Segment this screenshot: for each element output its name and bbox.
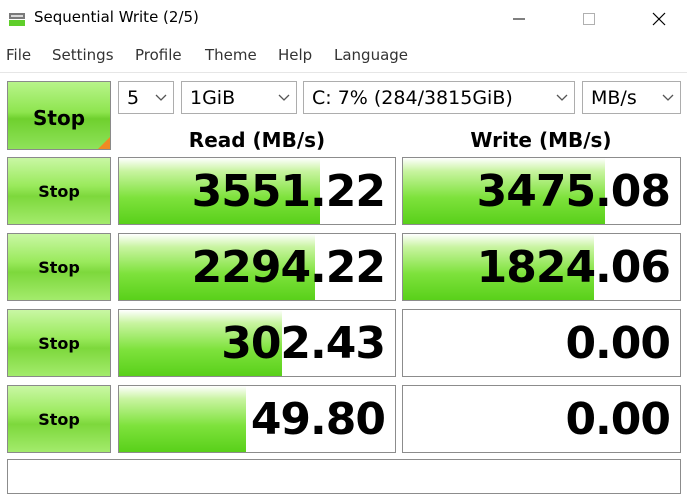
write-value-1: 3475.08 bbox=[476, 166, 671, 217]
maximize-button[interactable] bbox=[566, 0, 612, 38]
read-bar-4 bbox=[119, 386, 246, 452]
count-value: 5 bbox=[127, 87, 140, 109]
menu-settings[interactable]: Settings bbox=[52, 46, 114, 64]
write-value-3: 0.00 bbox=[565, 318, 671, 369]
read-column-header: Read (MB/s) bbox=[188, 128, 326, 152]
write-result-4: 0.00 bbox=[402, 385, 681, 453]
chevron-down-icon bbox=[278, 94, 290, 101]
chevron-down-icon bbox=[662, 94, 674, 101]
count-select[interactable]: 5 bbox=[118, 81, 174, 114]
stop-button-2[interactable]: Stop bbox=[7, 233, 111, 301]
menu-divider bbox=[0, 72, 687, 73]
write-result-2: 1824.06 bbox=[402, 233, 681, 301]
stop-label: Stop bbox=[38, 258, 80, 277]
close-button[interactable] bbox=[636, 0, 682, 38]
all-stop-button[interactable]: Stop bbox=[7, 81, 111, 150]
maximize-icon bbox=[583, 13, 595, 25]
read-value-1: 3551.22 bbox=[191, 166, 386, 217]
stop-button-4[interactable]: Stop bbox=[7, 385, 111, 453]
stop-button-1[interactable]: Stop bbox=[7, 157, 111, 225]
drive-select[interactable]: C: 7% (284/3815GiB) bbox=[303, 81, 575, 114]
menu-language[interactable]: Language bbox=[334, 46, 408, 64]
unit-value: MB/s bbox=[591, 87, 637, 109]
corner-marker-icon bbox=[98, 137, 110, 149]
comment-field[interactable] bbox=[7, 459, 681, 494]
size-value: 1GiB bbox=[190, 87, 236, 109]
size-select[interactable]: 1GiB bbox=[181, 81, 297, 114]
read-result-4: 49.80 bbox=[118, 385, 396, 453]
menu-file[interactable]: File bbox=[6, 46, 31, 64]
menu-theme[interactable]: Theme bbox=[205, 46, 257, 64]
read-result-1: 3551.22 bbox=[118, 157, 396, 225]
read-result-3: 302.43 bbox=[118, 309, 396, 377]
minimize-icon bbox=[513, 18, 525, 20]
stop-label: Stop bbox=[38, 182, 80, 201]
app-disk-icon bbox=[9, 13, 25, 26]
chevron-down-icon bbox=[556, 94, 568, 101]
stop-button-3[interactable]: Stop bbox=[7, 309, 111, 377]
close-icon bbox=[652, 12, 666, 26]
drive-value: C: 7% (284/3815GiB) bbox=[312, 87, 513, 109]
chevron-down-icon bbox=[155, 94, 167, 101]
all-stop-label: Stop bbox=[32, 106, 86, 130]
write-value-4: 0.00 bbox=[565, 394, 671, 445]
write-value-2: 1824.06 bbox=[476, 242, 671, 293]
menu-profile[interactable]: Profile bbox=[135, 46, 182, 64]
read-value-4: 49.80 bbox=[250, 394, 386, 445]
stop-label: Stop bbox=[38, 410, 80, 429]
write-result-1: 3475.08 bbox=[402, 157, 681, 225]
menu-help[interactable]: Help bbox=[278, 46, 312, 64]
write-column-header: Write (MB/s) bbox=[470, 128, 612, 152]
read-result-2: 2294.22 bbox=[118, 233, 396, 301]
unit-select[interactable]: MB/s bbox=[582, 81, 681, 114]
window-title: Sequential Write (2/5) bbox=[34, 8, 199, 26]
title-bar: Sequential Write (2/5) bbox=[0, 0, 687, 38]
read-value-2: 2294.22 bbox=[191, 242, 386, 293]
read-value-3: 302.43 bbox=[221, 318, 386, 369]
write-result-3: 0.00 bbox=[402, 309, 681, 377]
stop-label: Stop bbox=[38, 334, 80, 353]
menu-bar: File Settings Profile Theme Help Languag… bbox=[0, 40, 687, 68]
minimize-button[interactable] bbox=[496, 0, 542, 38]
